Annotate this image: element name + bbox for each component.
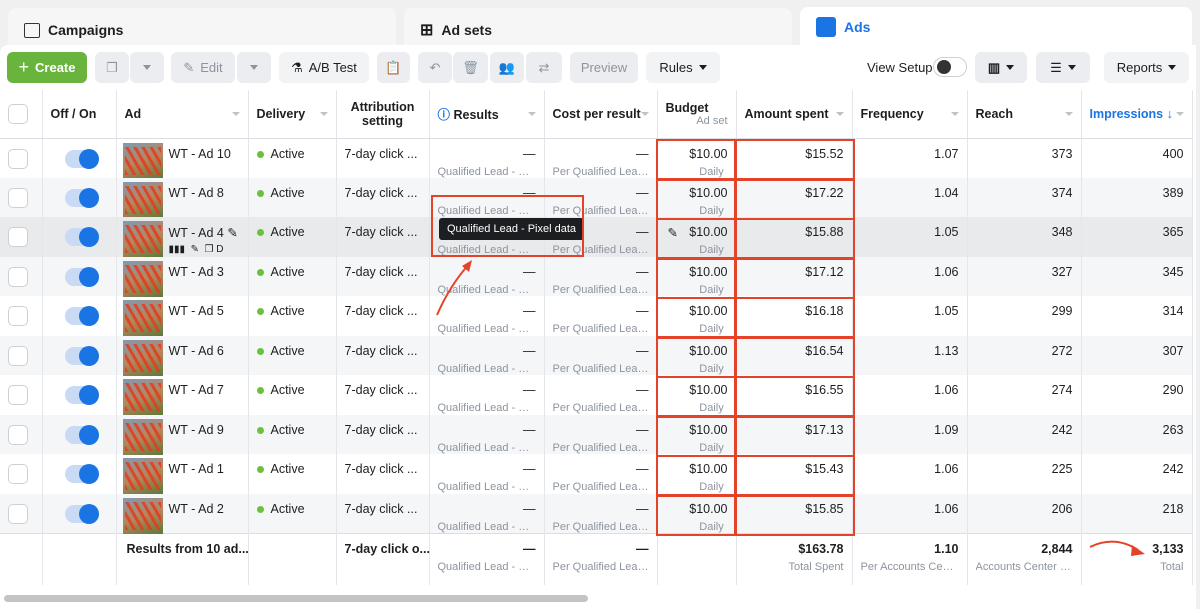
horizontal-scrollbar[interactable] xyxy=(4,595,588,602)
annotation-arrow-total xyxy=(1089,540,1139,551)
annotation-arrow-results xyxy=(436,262,471,316)
annotation-arrows xyxy=(436,260,1145,556)
